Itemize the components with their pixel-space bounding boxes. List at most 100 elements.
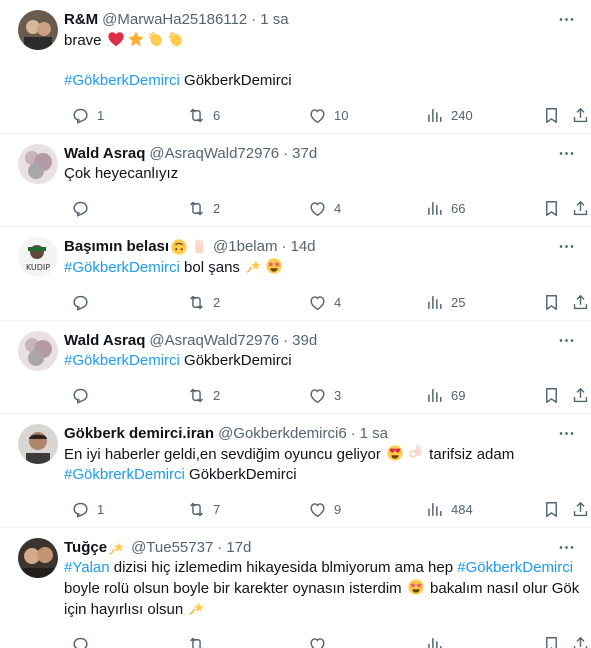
- author-name[interactable]: Wald Asraq: [64, 144, 145, 164]
- post-time[interactable]: 1 sa: [360, 424, 388, 444]
- avatar[interactable]: [18, 424, 58, 464]
- bookmark-button[interactable]: [535, 199, 561, 218]
- more-options-icon[interactable]: [555, 422, 577, 444]
- like-count: 10: [334, 107, 349, 123]
- action-bar: 2 3 69: [64, 377, 588, 413]
- author-handle[interactable]: @Tue55737: [131, 538, 213, 558]
- like-count: 4: [334, 200, 342, 216]
- share-button[interactable]: [564, 293, 590, 312]
- reply-button[interactable]: [64, 635, 97, 648]
- retweet-button[interactable]: 2: [180, 199, 220, 218]
- views-count: 240: [451, 107, 473, 123]
- bookmark-button[interactable]: [535, 386, 561, 405]
- hashtag-link[interactable]: #GökberkDemirci: [64, 259, 180, 276]
- views-button[interactable]: 69: [418, 386, 465, 405]
- post-time[interactable]: 39d: [292, 331, 317, 351]
- bookmark-button[interactable]: [535, 106, 561, 125]
- retweet-button[interactable]: 7: [180, 500, 220, 519]
- share-button[interactable]: [564, 199, 590, 218]
- post-time[interactable]: 1 sa: [260, 10, 288, 30]
- retweet-button[interactable]: 2: [180, 293, 220, 312]
- more-options-icon[interactable]: [555, 142, 577, 164]
- avatar[interactable]: [18, 10, 58, 50]
- tweet-header: R&M @MarwaHa25186112 · 1 sa: [64, 10, 575, 30]
- like-button[interactable]: [301, 635, 334, 648]
- author-name[interactable]: Wald Asraq: [64, 331, 145, 351]
- avatar[interactable]: [18, 331, 58, 371]
- text-line: #GökbrerkDemirci GökberkDemirci: [64, 465, 575, 485]
- author-handle[interactable]: @1belam: [213, 237, 277, 257]
- bookmark-icon: [542, 293, 561, 312]
- retweet-count: 7: [213, 501, 221, 517]
- like-button[interactable]: 4: [301, 199, 341, 218]
- reply-button[interactable]: [64, 293, 97, 312]
- action-bar: 1 7 9 484: [64, 491, 588, 527]
- hashtag-link[interactable]: #GökberkDemirci: [64, 72, 180, 89]
- like-count: 3: [334, 387, 342, 403]
- tweet-text: #Yalan dizisi hiç izlemedim hikayesida b…: [64, 558, 579, 620]
- author-name[interactable]: Gökberk demirci.iran: [64, 424, 214, 444]
- author-handle[interactable]: @AsraqWald72976: [149, 144, 279, 164]
- ok-emoji-icon: [406, 444, 424, 462]
- author-handle[interactable]: @Gokberkdemirci6: [218, 424, 347, 444]
- bookmark-button[interactable]: [535, 500, 561, 519]
- reply-button[interactable]: [64, 199, 97, 218]
- reply-icon: [71, 293, 90, 312]
- retweet-button[interactable]: 2: [180, 386, 220, 405]
- more-options-icon[interactable]: [555, 329, 577, 351]
- avatar[interactable]: KUDIP: [18, 237, 58, 277]
- separator-dot: ·: [283, 145, 289, 162]
- separator-dot: ·: [281, 238, 287, 255]
- author-name[interactable]: Başımın belası: [64, 237, 169, 257]
- retweet-button[interactable]: [180, 635, 213, 648]
- text-segment: için hayırlısı olsun: [64, 601, 188, 618]
- views-button[interactable]: 25: [418, 293, 465, 312]
- avatar[interactable]: [18, 144, 58, 184]
- reply-button[interactable]: 1: [64, 106, 104, 125]
- text-line: için hayırlısı olsun: [64, 599, 575, 620]
- text-segment: Çok heyecanlıyız: [64, 165, 179, 182]
- like-button[interactable]: 10: [301, 106, 348, 125]
- views-button[interactable]: [418, 635, 451, 648]
- like-button[interactable]: 4: [301, 293, 341, 312]
- post-time[interactable]: 14d: [290, 237, 315, 257]
- author-handle[interactable]: @MarwaHa25186112: [102, 10, 247, 30]
- share-button[interactable]: [564, 500, 590, 519]
- text-segment: GökberkDemirci: [184, 466, 297, 483]
- like-button[interactable]: 9: [301, 500, 341, 519]
- views-count: 25: [451, 294, 466, 310]
- action-bar: 2 4 66: [64, 190, 588, 226]
- hashtag-link[interactable]: #GökbrerkDemirci: [64, 466, 185, 483]
- reply-button[interactable]: 1: [64, 500, 104, 519]
- retweet-count: 2: [213, 200, 221, 216]
- text-segment: boyle rolü olsun boyle bir karekter oyna…: [64, 580, 406, 597]
- avatar[interactable]: [18, 538, 58, 578]
- like-button[interactable]: 3: [301, 386, 341, 405]
- author-name[interactable]: R&M: [64, 10, 98, 30]
- hashtag-link[interactable]: #Yalan: [64, 559, 110, 576]
- clap-emoji-icon: [167, 30, 185, 48]
- views-button[interactable]: 240: [418, 106, 473, 125]
- reply-icon: [71, 106, 90, 125]
- more-options-icon[interactable]: [555, 235, 577, 257]
- hashtag-link[interactable]: #GökberkDemirci: [457, 559, 573, 576]
- heart-emoji-icon: [107, 30, 125, 48]
- more-options-icon[interactable]: [555, 8, 577, 30]
- post-time[interactable]: 37d: [292, 144, 317, 164]
- retweet-button[interactable]: 6: [180, 106, 220, 125]
- share-button[interactable]: [564, 386, 590, 405]
- views-button[interactable]: 66: [418, 199, 465, 218]
- tweet: Wald Asraq @AsraqWald72976 · 37d Çok heyecan…: [0, 134, 591, 227]
- hashtag-link[interactable]: #GökberkDemirci: [64, 352, 180, 369]
- author-handle[interactable]: @AsraqWald72976: [149, 331, 279, 351]
- reply-button[interactable]: [64, 386, 97, 405]
- bookmark-button[interactable]: [535, 293, 561, 312]
- bookmark-button[interactable]: [535, 635, 561, 648]
- share-button[interactable]: [564, 106, 590, 125]
- share-button[interactable]: [564, 635, 590, 648]
- post-time[interactable]: 17d: [226, 538, 251, 558]
- more-options-icon[interactable]: [555, 536, 577, 558]
- views-button[interactable]: 484: [418, 500, 473, 519]
- tweet-header: Wald Asraq @AsraqWald72976 · 39d: [64, 331, 575, 351]
- author-name[interactable]: Tuğçe: [64, 538, 107, 558]
